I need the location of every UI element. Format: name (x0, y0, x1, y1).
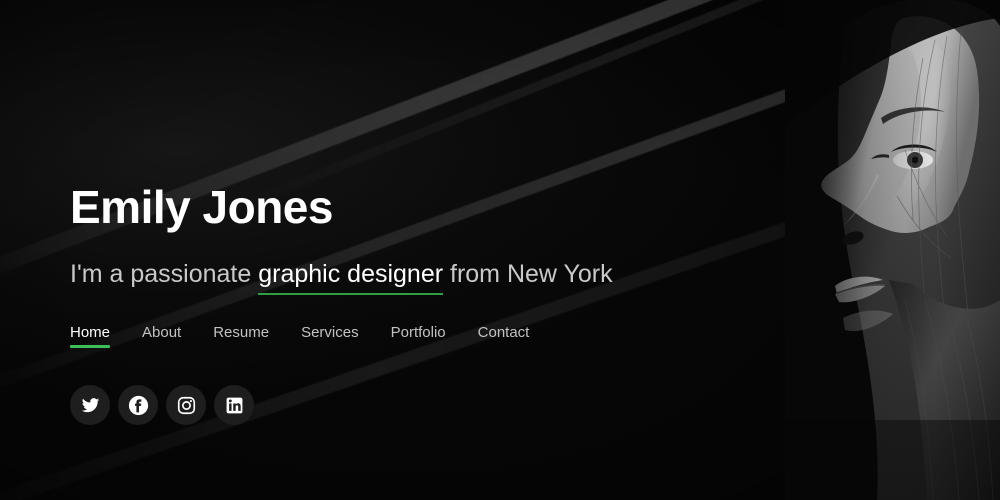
tagline-suffix: from New York (443, 260, 613, 288)
tagline-prefix: I'm a passionate (70, 260, 259, 288)
social-link-facebook[interactable] (118, 385, 158, 425)
hero-tagline: I'm a passionate graphic designer from N… (70, 259, 613, 295)
social-link-twitter[interactable] (70, 385, 110, 425)
nav-item-contact[interactable]: Contact (478, 324, 530, 348)
social-link-linkedin[interactable] (214, 385, 254, 425)
facebook-icon (128, 395, 149, 416)
nav-item-home[interactable]: Home (70, 324, 111, 348)
nav-item-portfolio[interactable]: Portfolio (391, 324, 446, 348)
tagline-accent: graphic designer (258, 260, 444, 295)
social-links (70, 385, 254, 425)
instagram-icon (177, 396, 196, 415)
page-title: Emily Jones (70, 181, 333, 233)
twitter-icon (81, 396, 100, 415)
linkedin-icon (225, 396, 244, 415)
portrait-photo (785, 0, 1000, 500)
nav-item-services[interactable]: Services (301, 324, 359, 348)
nav-item-resume[interactable]: Resume (213, 324, 269, 348)
main-navigation: Home About Resume Services Portfolio Con… (70, 324, 529, 348)
nav-item-about[interactable]: About (142, 324, 181, 348)
social-link-instagram[interactable] (166, 385, 206, 425)
hero-section: Emily Jones I'm a passionate graphic des… (0, 0, 1000, 500)
hero-content: Emily Jones I'm a passionate graphic des… (70, 0, 710, 500)
